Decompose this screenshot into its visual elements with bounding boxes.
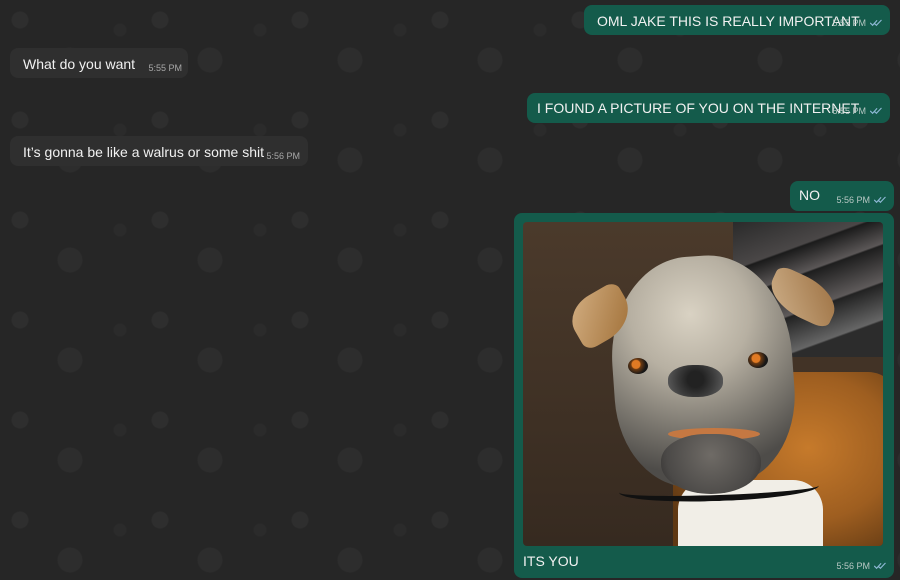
message-text: What do you want — [23, 56, 136, 72]
double-check-icon — [874, 562, 886, 570]
double-check-icon — [870, 107, 882, 115]
dog-eye-left — [628, 358, 648, 374]
message-time: 5:55 PM — [832, 18, 866, 28]
outgoing-image-message[interactable]: ITS YOU 5:56 PM — [514, 213, 894, 578]
message-meta: 5:56 PM — [266, 151, 300, 161]
outgoing-message[interactable]: NO 5:56 PM — [790, 181, 894, 211]
message-meta: 5:56 PM — [836, 561, 886, 571]
message-meta: 5:56 PM — [836, 195, 886, 205]
message-time: 5:56 PM — [266, 151, 300, 161]
outgoing-message[interactable]: I FOUND A PICTURE OF YOU ON THE INTERNET… — [527, 93, 890, 123]
message-meta: 5:55 PM — [832, 18, 882, 28]
message-time: 5:56 PM — [836, 561, 870, 571]
message-time: 5:56 PM — [836, 195, 870, 205]
message-text: I FOUND A PICTURE OF YOU ON THE INTERNET — [537, 100, 860, 116]
dog-eye-right — [748, 352, 768, 368]
message-text: NO — [799, 187, 820, 203]
chat-view: OML JAKE THIS IS REALLY IMPORTANT 5:55 P… — [0, 0, 900, 580]
dog-photo[interactable] — [523, 222, 883, 546]
incoming-message[interactable]: It’s gonna be like a walrus or some shit… — [10, 136, 308, 166]
message-text: It’s gonna be like a walrus or some shit — [23, 144, 264, 160]
double-check-icon — [870, 19, 882, 27]
incoming-message[interactable]: What do you want 5:55 PM — [10, 48, 188, 78]
message-time: 5:55 PM — [148, 63, 182, 73]
dog-nose — [668, 365, 723, 397]
message-text: OML JAKE THIS IS REALLY IMPORTANT — [597, 13, 860, 29]
message-time: 5:55 PM — [832, 106, 866, 116]
outgoing-message[interactable]: OML JAKE THIS IS REALLY IMPORTANT 5:55 P… — [584, 5, 890, 35]
message-meta: 5:55 PM — [148, 63, 182, 73]
message-meta: 5:55 PM — [832, 106, 882, 116]
image-caption: ITS YOU — [523, 553, 579, 569]
double-check-icon — [874, 196, 886, 204]
